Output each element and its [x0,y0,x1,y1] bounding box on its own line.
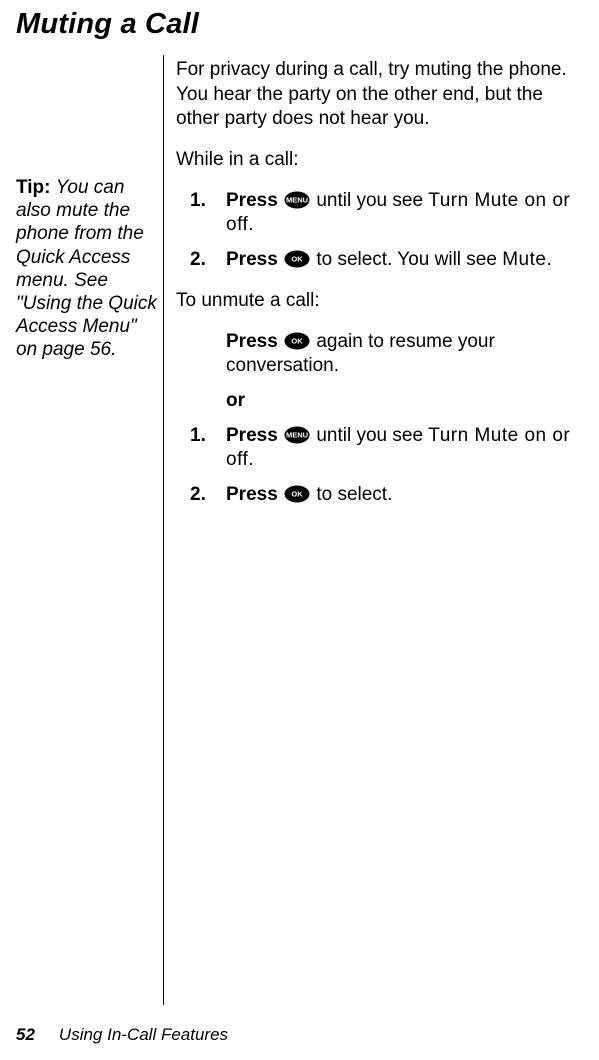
svg-text:MENU: MENU [286,430,308,439]
step-body: Press MENU until you see Turn Mute on or… [226,189,588,238]
ok-icon: OK [284,332,310,350]
tip-label: Tip: [16,177,56,198]
svg-text:OK: OK [291,255,303,264]
step-number: 2. [176,248,226,273]
page: Muting a Call Tip: You can also mute the… [0,0,599,1060]
menu-icon: MENU [284,426,310,444]
main-content: For privacy during a call, try muting th… [176,58,588,524]
press-word: Press [226,484,283,505]
page-title: Muting a Call [16,6,199,44]
svg-text:MENU: MENU [286,195,308,204]
step-number: 2. [176,483,226,508]
step-end: . [546,249,551,270]
vertical-rule [163,55,164,1005]
svg-text:OK: OK [291,336,303,345]
intro-paragraph: For privacy during a call, try muting th… [176,58,588,132]
step-end: . [248,214,253,235]
svg-text:OK: OK [291,489,303,498]
menu-icon: MENU [284,191,310,209]
or-label: or [176,389,588,414]
press-word: Press [226,190,283,211]
step-2: 2. Press OK to select. You will see Mute… [176,248,588,273]
while-in-call-label: While in a call: [176,148,588,173]
unmute-steps: 1. Press MENU until you see Turn Mute on… [176,424,588,508]
chapter-title: Using In-Call Features [59,1024,228,1046]
step-1: 1. Press MENU until you see Turn Mute on… [176,424,588,473]
step-screen-text: Mute [502,249,546,270]
step-after: until you see [311,425,428,446]
step-body: Press MENU until you see Turn Mute on or… [226,424,588,473]
ok-icon: OK [284,250,310,268]
step-2: 2. Press OK to select. [176,483,588,508]
step-1: 1. Press MENU until you see Turn Mute on… [176,189,588,238]
step-number: 1. [176,189,226,214]
press-word: Press [226,249,283,270]
page-number: 52 [16,1024,35,1046]
step-body: Press OK to select. You will see Mute. [226,248,588,273]
step-end: . [248,449,253,470]
mute-steps: 1. Press MENU until you see Turn Mute on… [176,189,588,273]
step-number: 1. [176,424,226,449]
ok-icon: OK [284,485,310,503]
press-word: Press [226,425,283,446]
tip-text: You can also mute the phone from the Qui… [16,177,157,360]
step-body: Press OK to select. [226,483,588,508]
step-after: to select. You will see [311,249,502,270]
to-unmute-label: To unmute a call: [176,289,588,314]
tip-sidebar: Tip: You can also mute the phone from th… [16,176,161,361]
footer: 52 Using In-Call Features [16,1024,228,1046]
unmute-intro-line: Press OK again to resume your conversati… [176,330,588,379]
step-after: to select. [311,484,392,505]
press-word: Press [226,331,283,352]
step-after: until you see [311,190,428,211]
